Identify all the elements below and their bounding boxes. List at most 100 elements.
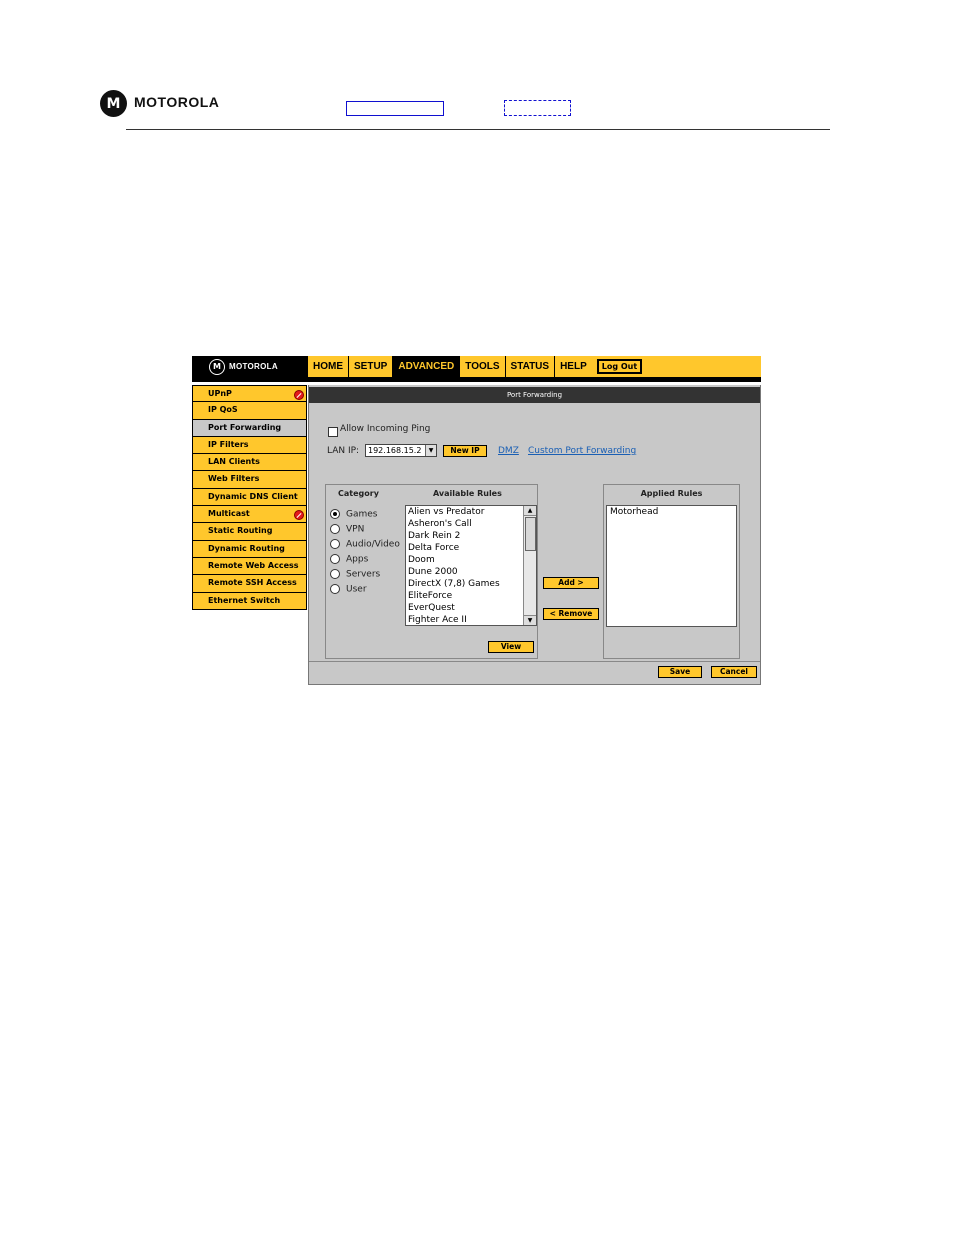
rules-panel: Category Available Rules Games VPN Audio… — [325, 484, 538, 659]
list-item[interactable]: DirectX (7,8) Games — [406, 578, 536, 590]
new-ip-button[interactable]: New IP — [443, 445, 487, 457]
scroll-down-icon[interactable]: ▼ — [524, 615, 536, 625]
available-rules-list[interactable]: Alien vs Predator Asheron's Call Dark Re… — [405, 505, 537, 626]
radio-icon[interactable] — [330, 554, 340, 564]
category-label: Servers — [346, 569, 381, 580]
sidebar-item-ip-filters[interactable]: IP Filters — [192, 436, 307, 455]
list-item[interactable]: Motorhead — [607, 506, 736, 518]
sidebar-item-dynamic-dns-client[interactable]: Dynamic DNS Client — [192, 488, 307, 507]
sidebar-item-label: Ethernet Switch — [208, 595, 281, 605]
sidebar-item-label: Dynamic Routing — [208, 543, 285, 553]
custom-port-forwarding-link[interactable]: Custom Port Forwarding — [528, 446, 636, 456]
save-button[interactable]: Save — [658, 666, 702, 678]
view-button[interactable]: View — [488, 641, 534, 653]
nav-home[interactable]: HOME — [308, 356, 349, 377]
dmz-link[interactable]: DMZ — [498, 446, 519, 456]
app-logo: M MOTOROLA — [192, 356, 308, 377]
nav-setup[interactable]: SETUP — [349, 356, 394, 377]
applied-rules-panel: Applied Rules Motorhead — [603, 484, 740, 659]
category-label: Games — [346, 509, 378, 520]
radio-selected-icon[interactable] — [330, 509, 340, 519]
category-radio-apps[interactable]: Apps — [330, 554, 368, 565]
sidebar-item-label: Dynamic DNS Client — [208, 491, 298, 501]
applied-rules-header: Applied Rules — [640, 489, 703, 498]
sidebar-item-upnp[interactable]: UPnP — [192, 385, 307, 403]
sidebar-item-ethernet-switch[interactable]: Ethernet Switch — [192, 592, 307, 610]
nav-help[interactable]: HELP — [555, 356, 592, 377]
alert-icon — [294, 510, 304, 521]
sidebar-item-port-forwarding[interactable]: Port Forwarding — [192, 419, 307, 437]
header-divider — [126, 129, 830, 130]
sidebar-item-web-filters[interactable]: Web Filters — [192, 471, 307, 489]
allow-ping-checkbox[interactable] — [328, 427, 338, 437]
brand-wordmark: MOTOROLA — [134, 94, 220, 110]
sidebar-item-remote-ssh-access[interactable]: Remote SSH Access — [192, 575, 307, 593]
list-item[interactable]: Dune 2000 — [406, 566, 536, 578]
sidebar-item-label: Static Routing — [208, 526, 273, 536]
sidebar-item-label: Multicast — [208, 509, 250, 519]
logout-button[interactable]: Log Out — [596, 359, 643, 374]
applied-rules-list[interactable]: Motorhead — [606, 505, 737, 627]
radio-icon[interactable] — [330, 569, 340, 579]
lan-ip-label: LAN IP: — [327, 446, 360, 456]
category-radio-games[interactable]: Games — [330, 509, 377, 520]
list-item[interactable]: Asheron's Call — [406, 518, 536, 530]
lan-ip-value: 192.168.15.2 — [368, 446, 422, 455]
radio-icon[interactable] — [330, 584, 340, 594]
sidebar: UPnP IP QoS Port Forwarding IP Filters L… — [192, 385, 307, 610]
sidebar-item-label: LAN Clients — [208, 457, 260, 467]
nav-advanced[interactable]: ADVANCED — [393, 356, 461, 377]
sidebar-item-remote-web-access[interactable]: Remote Web Access — [192, 557, 307, 576]
motorola-logo-icon: M — [100, 90, 127, 117]
add-button[interactable]: Add > — [543, 577, 599, 589]
available-rules-header: Available Rules — [433, 489, 502, 498]
list-item[interactable]: Dark Rein 2 — [406, 530, 536, 542]
category-label: User — [346, 584, 367, 595]
sidebar-item-dynamic-routing[interactable]: Dynamic Routing — [192, 540, 307, 558]
nav-tools[interactable]: TOOLS — [460, 356, 506, 377]
list-item[interactable]: EliteForce — [406, 590, 536, 602]
remove-button[interactable]: < Remove — [543, 608, 599, 620]
scrollbar[interactable]: ▲ ▼ — [523, 506, 536, 625]
footer-divider — [309, 661, 760, 662]
list-item[interactable]: Fighter Ace II — [406, 614, 536, 625]
nav-status[interactable]: STATUS — [506, 356, 556, 377]
lan-ip-select[interactable]: 192.168.15.2 ▼ — [365, 444, 437, 457]
sidebar-item-label: UPnP — [208, 389, 232, 398]
cancel-button[interactable]: Cancel — [711, 666, 757, 678]
category-label: VPN — [346, 524, 365, 535]
radio-icon[interactable] — [330, 539, 340, 549]
alert-icon — [294, 390, 304, 400]
sidebar-item-label: Port Forwarding — [208, 422, 282, 432]
category-label: Apps — [346, 554, 369, 565]
category-radio-vpn[interactable]: VPN — [330, 524, 364, 535]
sidebar-item-lan-clients[interactable]: LAN Clients — [192, 454, 307, 472]
sidebar-item-label: IP Filters — [208, 439, 249, 449]
list-item[interactable]: Delta Force — [406, 542, 536, 554]
category-header: Category — [338, 489, 379, 498]
radio-icon[interactable] — [330, 524, 340, 534]
list-item[interactable]: EverQuest — [406, 602, 536, 614]
sidebar-item-label: Remote Web Access — [208, 560, 299, 570]
list-item[interactable]: Alien vs Predator — [406, 506, 536, 518]
category-radio-user[interactable]: User — [330, 584, 367, 595]
scroll-up-icon[interactable]: ▲ — [524, 506, 536, 516]
header-link-box[interactable] — [346, 101, 444, 116]
router-ui-screenshot: M MOTOROLA HOME SETUP ADVANCED TOOLS STA… — [192, 356, 761, 685]
chevron-down-icon[interactable]: ▼ — [425, 445, 436, 456]
category-radio-audio-video[interactable]: Audio/Video — [330, 539, 400, 550]
main-content: Port Forwarding Allow Incoming Ping LAN … — [308, 385, 761, 685]
app-logo-text: MOTOROLA — [229, 362, 278, 371]
header-dashed-link-box[interactable] — [504, 100, 571, 116]
top-nav: HOME SETUP ADVANCED TOOLS STATUS HELP Lo… — [308, 356, 761, 377]
page-title: Port Forwarding — [309, 387, 760, 403]
sidebar-item-static-routing[interactable]: Static Routing — [192, 523, 307, 541]
allow-ping-label: Allow Incoming Ping — [340, 424, 431, 434]
category-label: Audio/Video — [346, 539, 400, 550]
scroll-thumb[interactable] — [525, 517, 536, 551]
list-item[interactable]: Doom — [406, 554, 536, 566]
sidebar-item-ip-qos[interactable]: IP QoS — [192, 402, 307, 420]
sidebar-item-label: IP QoS — [208, 405, 238, 415]
category-radio-servers[interactable]: Servers — [330, 569, 380, 580]
sidebar-item-multicast[interactable]: Multicast — [192, 506, 307, 524]
